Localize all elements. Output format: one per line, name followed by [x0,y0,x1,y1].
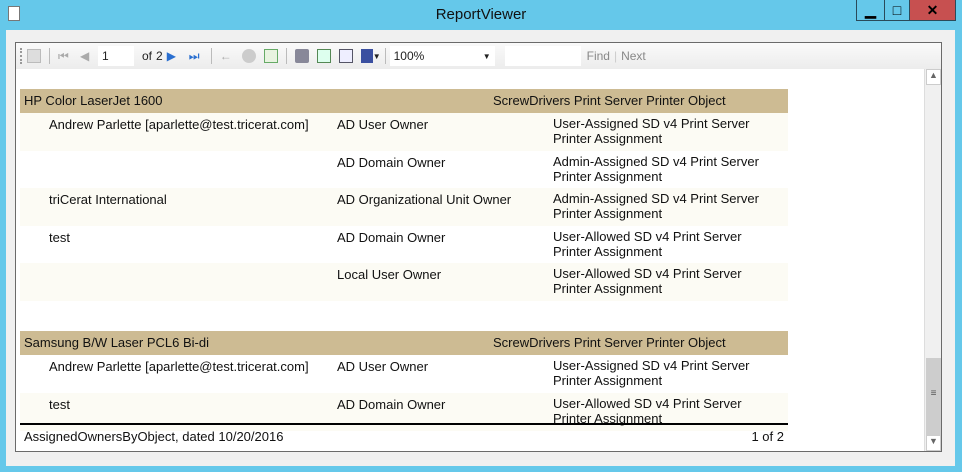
title-bar: ReportViewer ▁ □ ✕ [0,0,962,30]
print-layout-icon[interactable] [316,49,331,63]
find-input[interactable] [504,46,581,66]
separator: | [613,49,618,63]
group-header: HP Color LaserJet 1600 ScrewDrivers Prin… [20,89,788,113]
separator [384,48,386,64]
page-input[interactable]: 1 [98,46,134,66]
toolbar: ⏮ ◀ 1 of 2 ▶ ⏭ ← ▼ 100% ▼ Find | Next [16,43,941,69]
document-map-icon[interactable] [27,49,41,63]
report-content: HP Color LaserJet 1600 ScrewDrivers Prin… [16,69,924,451]
zoom-value: 100% [393,49,425,63]
owner-name: Andrew Parlette [aparlette@test.tricerat… [49,359,309,374]
table-row: Andrew Parlette [aparlette@test.tricerat… [20,355,788,393]
owner-type: AD Domain Owner [337,229,446,245]
object-name: HP Color LaserJet 1600 [24,93,163,108]
assignment-type: Admin-Assigned SD v4 Print Server Printe… [553,191,759,221]
last-page-icon[interactable]: ⏭ [189,49,203,63]
owner-name: triCerat International [49,192,167,207]
find-button[interactable]: Find [587,49,610,63]
table-row: AD Domain Owner Admin-Assigned SD v4 Pri… [20,151,788,189]
table-row: triCerat International AD Organizational… [20,188,788,226]
footer-page-count: 1 of 2 [751,429,784,444]
owner-name: Andrew Parlette [aparlette@test.tricerat… [49,117,309,132]
stop-icon[interactable] [241,49,256,63]
vertical-scrollbar[interactable]: ▲ ≡ ▼ [924,69,941,451]
refresh-icon[interactable] [263,49,278,63]
owner-name: test [49,229,70,245]
maximize-button[interactable]: □ [884,0,910,21]
object-type: ScrewDrivers Print Server Printer Object [493,93,726,108]
window-title: ReportViewer [435,6,527,23]
of-label: of [142,49,153,63]
toolbar-grip [20,48,23,64]
save-icon[interactable] [360,49,373,63]
chevron-down-icon: ▼ [482,51,491,61]
table-row: Andrew Parlette [aparlette@test.tricerat… [20,113,788,151]
owner-type: Local User Owner [337,267,442,282]
owner-type: AD User Owner [337,359,429,374]
assignment-type: User-Assigned SD v4 Print Server Printer… [553,358,750,388]
report-viewer: ⏮ ◀ 1 of 2 ▶ ⏭ ← ▼ 100% ▼ Find | Next HP … [15,42,942,452]
scroll-down-icon[interactable]: ▼ [926,435,941,451]
print-icon[interactable] [294,49,309,63]
table-row: test AD Domain Owner User-Allowed SD v4 … [20,226,788,264]
footer-report-name: AssignedOwnersByObject, dated 10/20/2016 [24,429,284,444]
assignment-type: Admin-Assigned SD v4 Print Server Printe… [553,153,759,184]
owner-type: AD Organizational Unit Owner [337,192,512,207]
owner-type: AD Domain Owner [337,396,446,412]
next-page-icon[interactable]: ▶ [167,49,181,63]
table-row: Local User Owner User-Allowed SD v4 Prin… [20,263,788,301]
previous-page-icon[interactable]: ◀ [80,49,94,63]
footer-divider [20,423,788,425]
assignment-type: User-Assigned SD v4 Print Server Printer… [553,116,750,146]
scroll-thumb[interactable]: ≡ [926,358,941,435]
assignment-type: User-Allowed SD v4 Print Server Printer … [553,266,742,296]
next-button[interactable]: Next [621,49,646,63]
owner-name: test [49,396,70,412]
back-icon[interactable]: ← [220,49,234,63]
object-name: Samsung B/W Laser PCL6 Bi-di [24,335,209,350]
close-button[interactable]: ✕ [909,0,956,21]
group-header: Samsung B/W Laser PCL6 Bi-di ScrewDriver… [20,331,788,355]
separator [210,48,212,64]
minimize-button[interactable]: ▁ [856,0,885,21]
page-setup-icon[interactable] [338,49,353,63]
separator [285,48,287,64]
total-pages: 2 [156,49,163,63]
zoom-select[interactable]: 100% ▼ [389,46,495,66]
scroll-up-icon[interactable]: ▲ [926,69,941,85]
object-type: ScrewDrivers Print Server Printer Object [493,335,726,350]
owner-type: AD User Owner [337,117,429,132]
assignment-type: User-Allowed SD v4 Print Server Printer … [553,395,742,426]
assignment-type: User-Allowed SD v4 Print Server Printer … [553,228,742,259]
owner-type: AD Domain Owner [337,154,446,170]
chevron-down-icon[interactable]: ▼ [373,52,381,61]
separator [49,48,50,64]
first-page-icon[interactable]: ⏮ [58,49,72,63]
